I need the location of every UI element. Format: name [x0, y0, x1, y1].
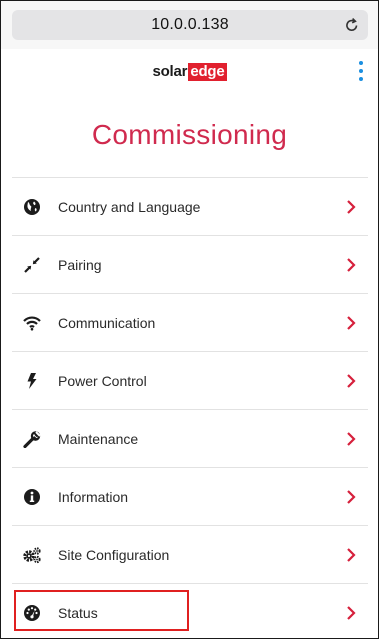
logo-text-edge: edge: [188, 63, 227, 81]
url-field[interactable]: 10.0.0.138: [12, 10, 368, 40]
menu-item-site-configuration[interactable]: Site Configuration: [12, 525, 368, 583]
menu-item-label: Maintenance: [58, 430, 139, 447]
reload-icon[interactable]: [345, 10, 359, 43]
lightning-bolt-icon: [22, 371, 42, 391]
wifi-icon: [22, 313, 42, 333]
chevron-right-icon: [344, 547, 358, 563]
gears-icon: [22, 545, 42, 565]
page-title: Commissioning: [91, 119, 288, 150]
chevron-right-icon: [344, 199, 358, 215]
pairing-arrows-icon: [22, 255, 42, 275]
menu-item-label: Site Configuration: [58, 546, 170, 563]
menu-item-pairing[interactable]: Pairing: [12, 235, 368, 293]
globe-icon: [22, 197, 42, 217]
chevron-right-icon: [344, 605, 358, 621]
chevron-right-icon: [344, 489, 358, 505]
menu-item-label: Country and Language: [58, 198, 201, 215]
url-text: 10.0.0.138: [151, 16, 229, 33]
app-header: solar edge: [1, 49, 378, 101]
browser-address-bar: 10.0.0.138: [1, 1, 378, 49]
menu-item-label: Power Control: [58, 372, 147, 389]
menu-item-label: Communication: [58, 314, 156, 331]
kebab-menu-icon[interactable]: [356, 61, 366, 87]
wrench-icon: [22, 429, 42, 449]
menu-item-maintenance[interactable]: Maintenance: [12, 409, 368, 467]
chevron-right-icon: [344, 373, 358, 389]
phone-frame: 10.0.0.138 solar edge Commissioning Coun…: [0, 0, 379, 639]
logo-text-solar: solar: [152, 63, 188, 80]
menu-item-status[interactable]: Status: [12, 583, 368, 638]
chevron-right-icon: [344, 315, 358, 331]
menu-item-label: Information: [58, 488, 129, 505]
info-icon: [22, 487, 42, 507]
chevron-right-icon: [344, 257, 358, 273]
menu-item-power-control[interactable]: Power Control: [12, 351, 368, 409]
menu-item-communication[interactable]: Communication: [12, 293, 368, 351]
commissioning-menu: Country and Language Pairing Communicati…: [12, 177, 368, 638]
menu-item-label: Status: [58, 604, 98, 621]
menu-item-country-and-language[interactable]: Country and Language: [12, 177, 368, 235]
menu-item-label: Pairing: [58, 256, 102, 273]
dashboard-gauge-icon: [22, 603, 42, 623]
chevron-right-icon: [344, 431, 358, 447]
solaredge-logo: solar edge: [1, 63, 378, 81]
menu-item-information[interactable]: Information: [12, 467, 368, 525]
